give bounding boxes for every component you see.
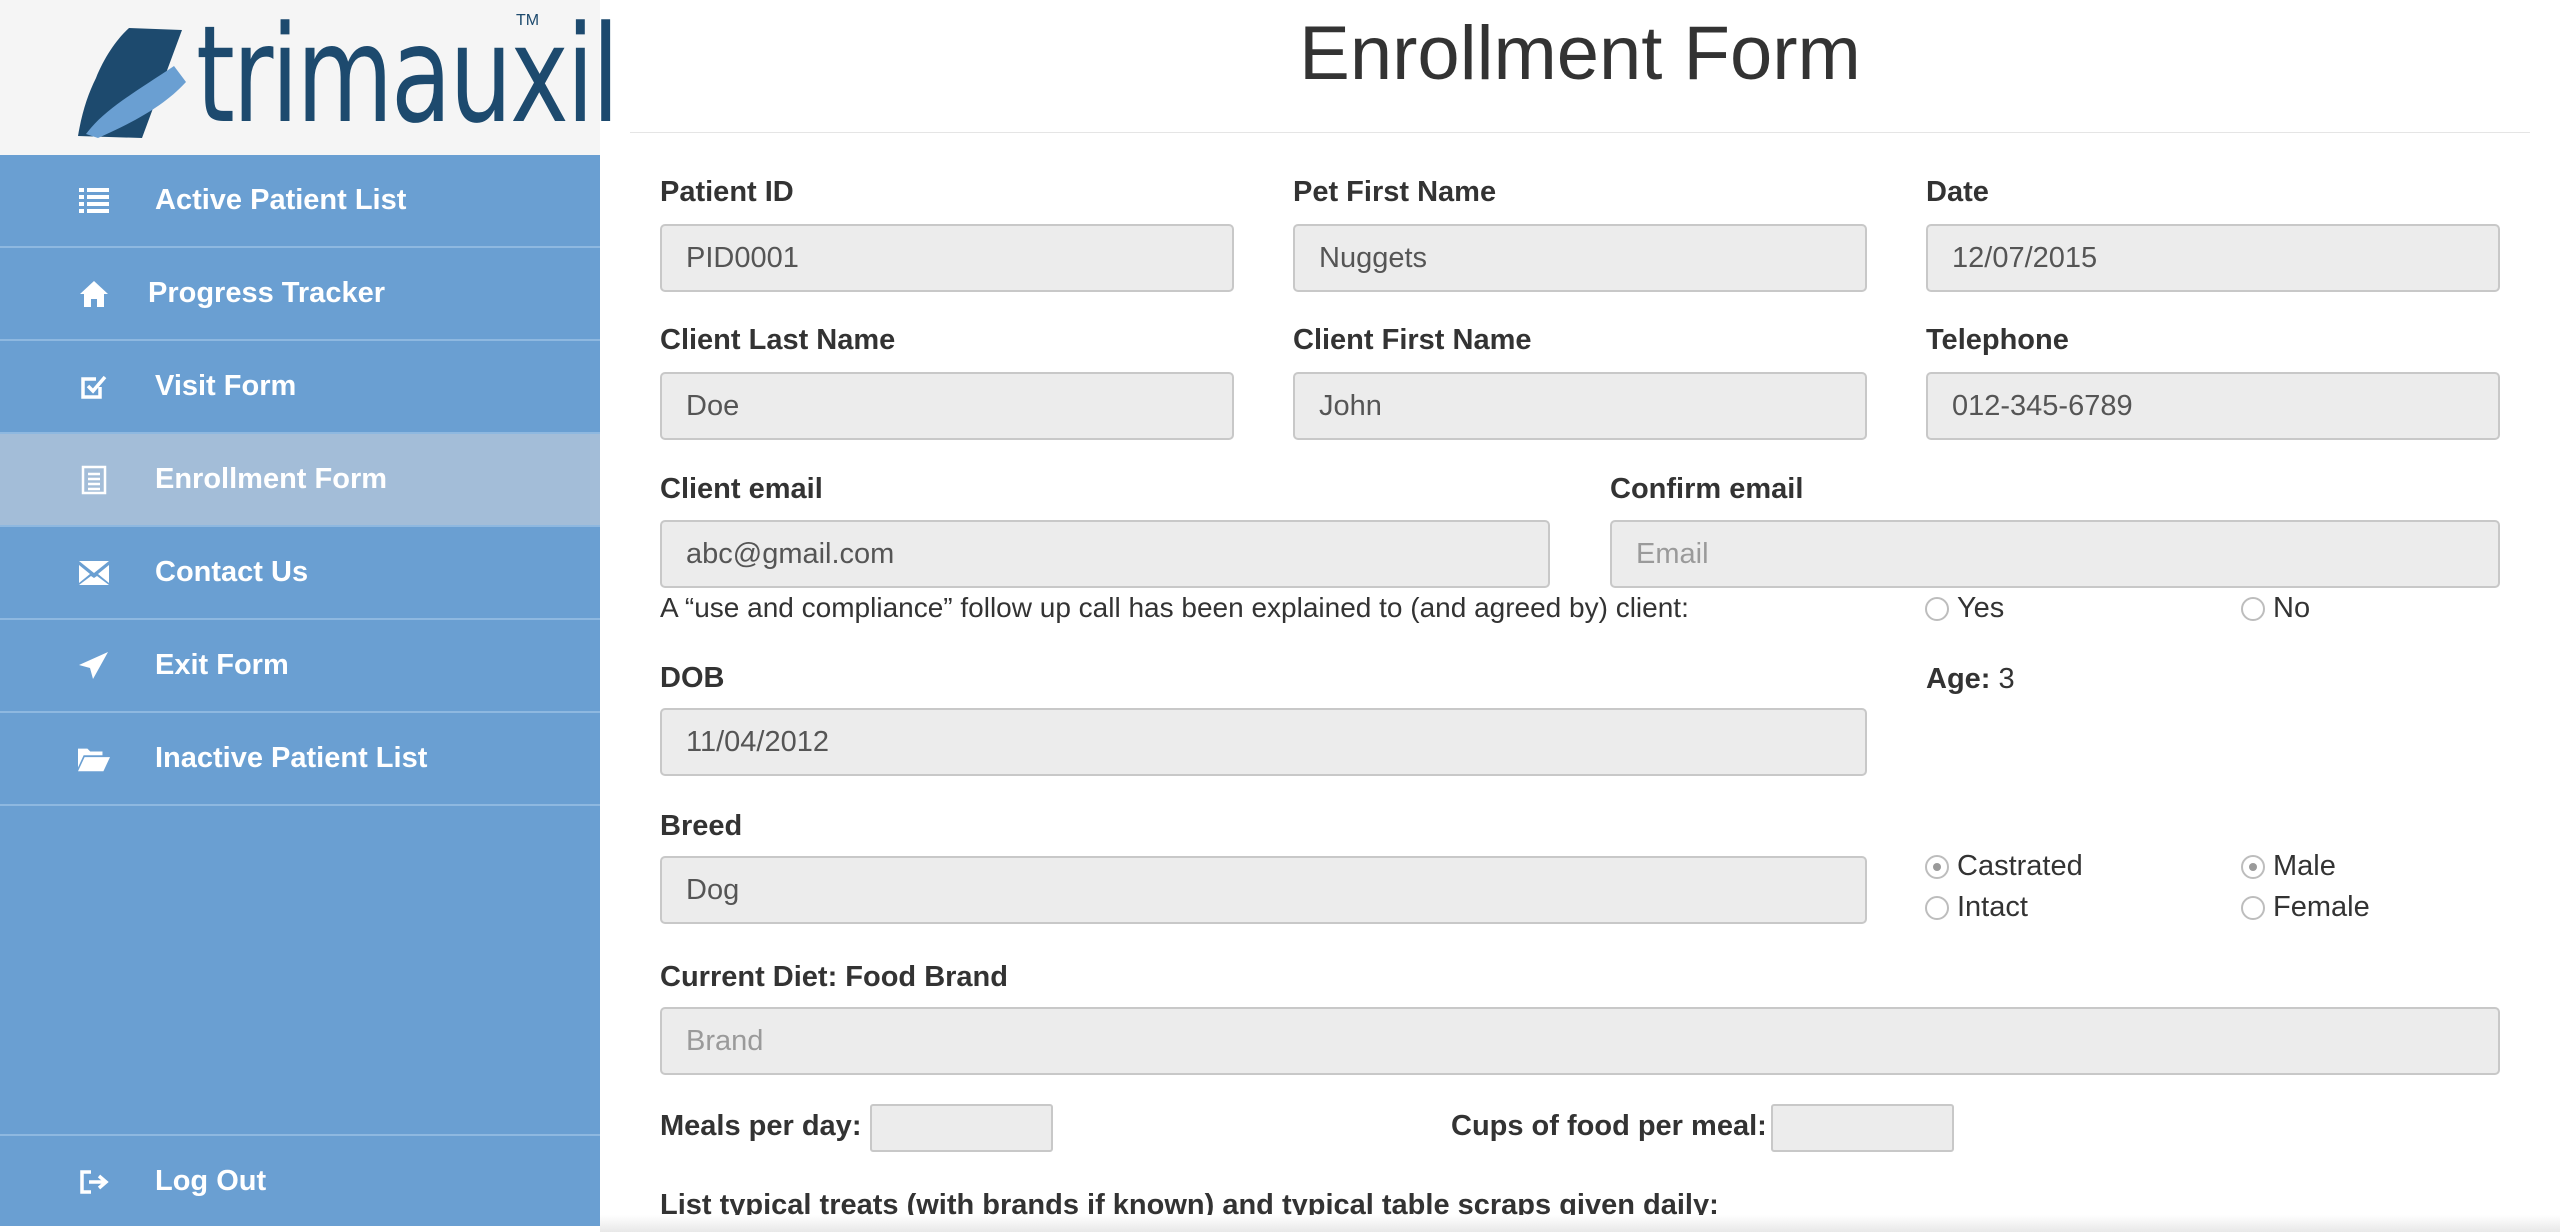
sidebar-nav: Active Patient List Progress Tracker Vis…	[0, 155, 600, 806]
logo-text: trimauxil	[196, 0, 619, 153]
age-display: Age: 3	[1926, 663, 2015, 696]
client-last-name-input[interactable]	[660, 372, 1234, 440]
breed-input[interactable]	[660, 856, 1867, 924]
pet-first-name-input[interactable]	[1293, 224, 1867, 292]
telephone-label: Telephone	[1926, 324, 2069, 356]
castrated-radio[interactable]: Castrated	[1925, 850, 2083, 883]
follow-up-no-radio[interactable]: No	[2241, 592, 2310, 625]
radio-circle[interactable]	[1925, 596, 1949, 621]
female-radio[interactable]: Female	[2241, 891, 2370, 924]
cups-per-meal-label: Cups of food per meal:	[1451, 1110, 1767, 1142]
sidebar-bottom-edge	[0, 1226, 600, 1232]
sidebar-item-label: Contact Us	[155, 556, 309, 588]
age-value: 3	[1998, 663, 2015, 695]
home-icon	[78, 278, 110, 310]
sidebar-item-visit-form[interactable]: Visit Form	[0, 341, 600, 434]
sidebar-item-label: Visit Form	[155, 370, 297, 402]
sidebar-item-exit-form[interactable]: Exit Form	[0, 620, 600, 713]
folder-open-icon	[78, 743, 110, 775]
client-last-name-label: Client Last Name	[660, 324, 896, 356]
sidebar-item-label: Enrollment Form	[155, 463, 388, 495]
radio-circle[interactable]	[2241, 895, 2265, 920]
age-label: Age:	[1926, 663, 1991, 695]
radio-label: Castrated	[1957, 850, 2083, 882]
main-content: Enrollment Form Patient ID Pet First Nam…	[600, 0, 2560, 1232]
radio-label: No	[2273, 592, 2311, 624]
confirm-email-input[interactable]	[1610, 520, 2500, 588]
follow-up-yes-radio[interactable]: Yes	[1925, 592, 2004, 625]
sidebar-item-label: Exit Form	[155, 649, 289, 681]
sidebar: trimauxil TM Active Patient List Progres…	[0, 0, 619, 1232]
title-divider	[630, 132, 2530, 133]
radio-label: Male	[2273, 850, 2336, 882]
document-icon	[78, 464, 110, 496]
date-label: Date	[1926, 176, 1989, 208]
logo-mark-icon	[78, 28, 186, 138]
breed-label: Breed	[660, 810, 743, 842]
follow-up-question: A “use and compliance” follow up call ha…	[660, 592, 1689, 623]
patient-id-input[interactable]	[660, 224, 1234, 292]
patient-id-label: Patient ID	[660, 176, 794, 208]
check-square-icon	[78, 371, 110, 403]
sidebar-item-active-patient-list[interactable]: Active Patient List	[0, 155, 600, 248]
send-icon	[78, 650, 110, 682]
logout-icon	[78, 1166, 110, 1198]
sidebar-item-label: Active Patient List	[155, 184, 407, 216]
radio-circle[interactable]	[1925, 895, 1949, 920]
sidebar-item-contact-us[interactable]: Contact Us	[0, 527, 600, 620]
sidebar-item-label: Inactive Patient List	[155, 742, 428, 774]
food-brand-label: Current Diet: Food Brand	[660, 961, 1008, 993]
meals-per-day-input[interactable]	[870, 1104, 1053, 1152]
sidebar-item-inactive-patient-list[interactable]: Inactive Patient List	[0, 713, 600, 806]
meals-per-day-label: Meals per day:	[660, 1110, 862, 1142]
cups-per-meal-input[interactable]	[1771, 1104, 1954, 1152]
list-icon	[78, 185, 110, 217]
dob-label: DOB	[660, 662, 725, 694]
page-bottom-edge	[600, 1215, 2560, 1232]
telephone-input[interactable]	[1926, 372, 2500, 440]
logout-label: Log Out	[155, 1165, 267, 1197]
pet-first-name-label: Pet First Name	[1293, 176, 1497, 208]
male-radio[interactable]: Male	[2241, 850, 2336, 883]
sidebar-item-enrollment-form[interactable]: Enrollment Form	[0, 434, 600, 527]
radio-label: Female	[2273, 891, 2370, 923]
intact-radio[interactable]: Intact	[1925, 891, 2028, 924]
radio-circle[interactable]	[1925, 854, 1949, 879]
client-email-label: Client email	[660, 473, 823, 505]
date-input[interactable]	[1926, 224, 2500, 292]
sidebar-item-progress-tracker[interactable]: Progress Tracker	[0, 248, 600, 341]
client-email-input[interactable]	[660, 520, 1550, 588]
radio-circle[interactable]	[2241, 854, 2265, 879]
dob-input[interactable]	[660, 708, 1867, 776]
client-first-name-input[interactable]	[1293, 372, 1867, 440]
radio-circle[interactable]	[2241, 596, 2265, 621]
logo[interactable]: trimauxil TM	[0, 0, 619, 155]
envelope-icon	[78, 557, 110, 589]
sidebar-item-label: Progress Tracker	[148, 277, 385, 309]
food-brand-input[interactable]	[660, 1007, 2500, 1075]
trademark-mark: TM	[516, 12, 540, 29]
confirm-email-label: Confirm email	[1610, 473, 1804, 505]
logout-button[interactable]: Log Out	[0, 1134, 600, 1229]
radio-label: Yes	[1957, 592, 2005, 624]
page-title: Enrollment Form	[1299, 11, 1861, 96]
radio-label: Intact	[1957, 891, 2028, 923]
client-first-name-label: Client First Name	[1293, 324, 1532, 356]
